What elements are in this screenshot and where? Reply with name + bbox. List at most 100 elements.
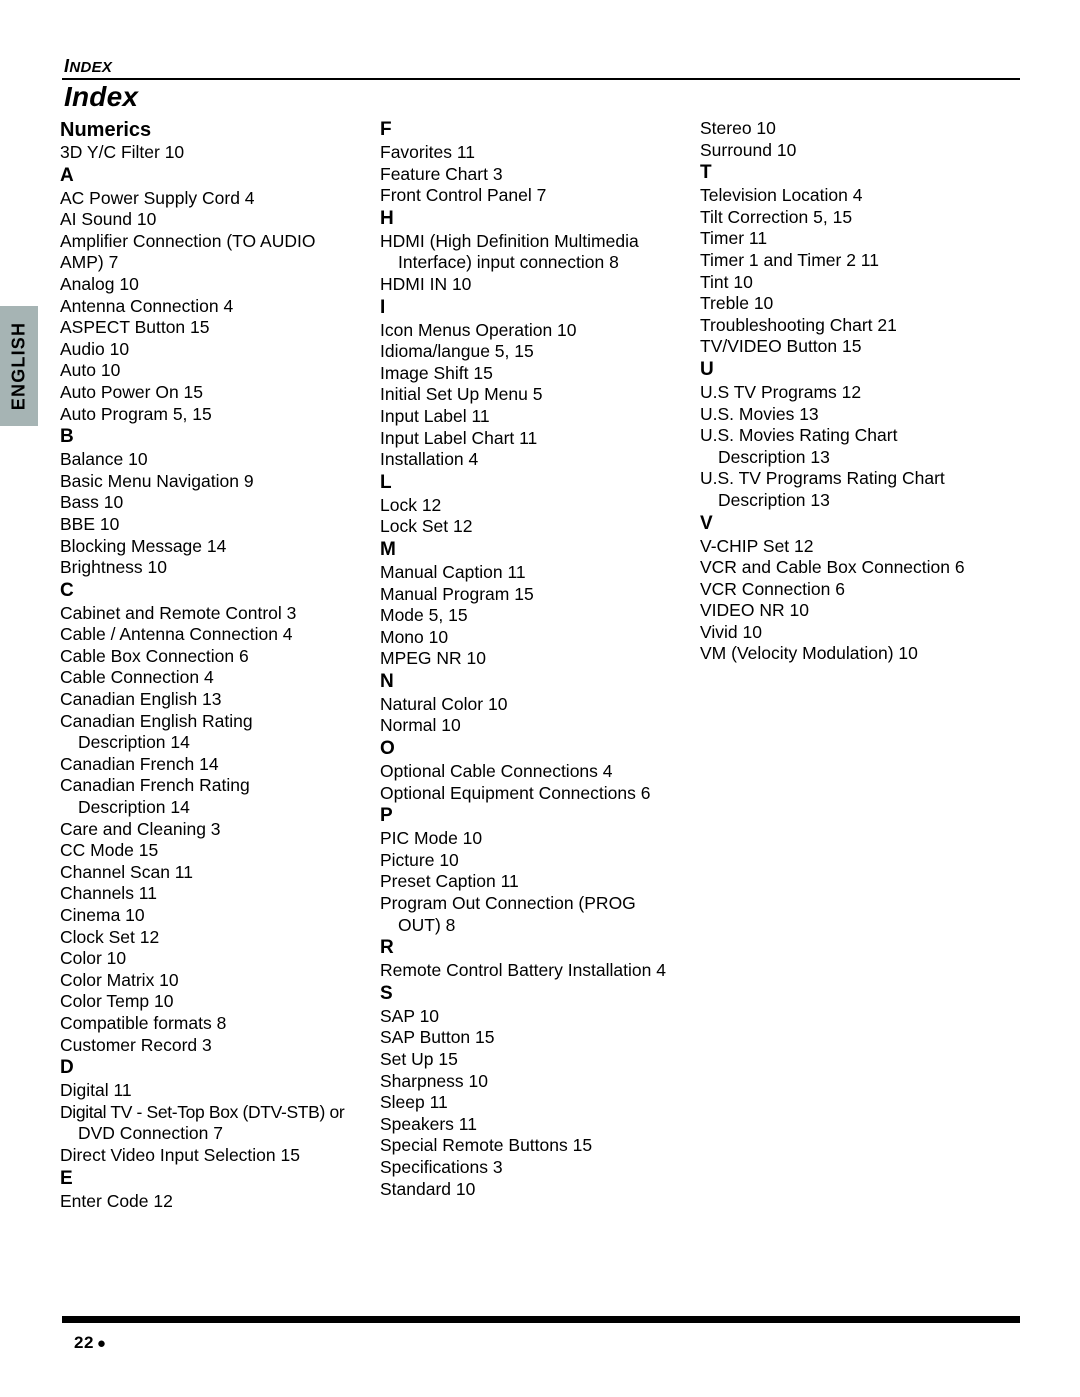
index-entry: Installation 4 bbox=[380, 449, 479, 470]
index-entry: Description 13 bbox=[718, 446, 830, 467]
footer-rule bbox=[62, 1316, 1020, 1323]
index-entry: Direct Video Input Selection 15 bbox=[60, 1144, 300, 1165]
page-title: Index bbox=[64, 81, 139, 112]
index-entry: Auto 10 bbox=[60, 360, 121, 381]
index-entry: Canadian English 13 bbox=[60, 689, 222, 710]
index-entry: Bass 10 bbox=[60, 492, 124, 513]
index-column-2: F Favorites 11 Feature Chart 3 Front Contro… bbox=[380, 118, 700, 1200]
index-letter-heading: V bbox=[700, 512, 713, 534]
index-entry: Optional Cable Connections 4 bbox=[380, 761, 613, 782]
index-entry: VIDEO NR 10 bbox=[700, 600, 809, 621]
index-entry: Digital TV - Set-Top Box (DTV-STB) or bbox=[60, 1101, 345, 1122]
index-entry: Channels 11 bbox=[60, 883, 157, 904]
language-side-tab-label: ENGLISH bbox=[8, 321, 29, 411]
index-entry: Timer 1 and Timer 2 11 bbox=[700, 249, 879, 270]
index-entry: HDMI (High Definition Multimedia bbox=[380, 230, 639, 251]
index-entry: Description 14 bbox=[78, 732, 190, 753]
index-entry: Input Label Chart 11 bbox=[380, 427, 538, 448]
language-side-tab: ENGLISH bbox=[0, 306, 38, 426]
running-head: INDEX bbox=[62, 57, 1020, 80]
index-entry: U.S TV Programs 12 bbox=[700, 381, 862, 402]
index-letter-heading: N bbox=[380, 670, 394, 692]
index-columns: Numerics 3D Y/C Filter 10 A AC Power Supply… bbox=[60, 118, 1020, 1258]
footer-bullet-icon: ● bbox=[96, 1335, 107, 1352]
index-entry: Color Matrix 10 bbox=[60, 969, 179, 990]
index-entry: Tint 10 bbox=[700, 271, 753, 292]
index-entry: Audio 10 bbox=[60, 338, 130, 359]
index-entry: 3D Y/C Filter 10 bbox=[60, 142, 185, 162]
index-entry: Compatible formats 8 bbox=[60, 1012, 227, 1033]
index-entry: Enter Code 12 bbox=[60, 1190, 173, 1211]
index-column-1: Numerics 3D Y/C Filter 10 A AC Power Supply… bbox=[60, 118, 380, 1212]
index-column-3: Stereo 10 Surround 10 T Television Location… bbox=[700, 118, 1020, 665]
index-letter-heading: C bbox=[60, 579, 74, 601]
index-entry: Sharpness 10 bbox=[380, 1070, 488, 1091]
index-entry: OUT) 8 bbox=[398, 914, 456, 935]
index-letter-heading: L bbox=[380, 471, 392, 493]
index-entry: Cable Connection 4 bbox=[60, 667, 214, 688]
index-entry: Customer Record 3 bbox=[60, 1034, 212, 1055]
index-entry: Normal 10 bbox=[380, 715, 461, 736]
index-column-content: F Favorites 11 Feature Chart 3 Front Contro… bbox=[380, 118, 700, 1200]
index-entry: Amplifier Connection (TO AUDIO bbox=[60, 230, 316, 251]
index-entry: Blocking Message 14 bbox=[60, 535, 227, 556]
index-entry: U.S. Movies 13 bbox=[700, 403, 819, 424]
index-entry: Stereo 10 bbox=[700, 118, 776, 138]
index-entry: DVD Connection 7 bbox=[78, 1123, 223, 1144]
index-entry: AI Sound 10 bbox=[60, 209, 157, 230]
running-head-rest: NDEX bbox=[69, 59, 113, 76]
index-letter-heading: O bbox=[380, 738, 395, 760]
index-entry: BBE 10 bbox=[60, 513, 120, 534]
index-entry: Specifications 3 bbox=[380, 1156, 503, 1177]
index-letter-heading: B bbox=[60, 426, 74, 448]
index-entry: AMP) 7 bbox=[60, 252, 119, 273]
index-entry: Mode 5, 15 bbox=[380, 605, 468, 626]
index-entry: Description 13 bbox=[718, 489, 830, 510]
index-entry: Initial Set Up Menu 5 bbox=[380, 384, 543, 405]
index-entry: U.S. Movies Rating Chart bbox=[700, 425, 898, 446]
index-entry: Description 14 bbox=[78, 797, 190, 818]
footer-page-number: 22 ● bbox=[74, 1332, 106, 1355]
index-entry: VM (Velocity Modulation) 10 bbox=[700, 643, 918, 664]
index-entry: Canadian English Rating bbox=[60, 710, 253, 731]
index-entry: Cinema 10 bbox=[60, 905, 145, 925]
index-entry: Remote Control Battery Installation 4 bbox=[380, 960, 666, 981]
index-entry: Optional Equipment Connections 6 bbox=[380, 782, 651, 803]
index-entry: U.S. TV Programs Rating Chart bbox=[700, 468, 945, 489]
index-entry: Balance 10 bbox=[60, 449, 148, 470]
index-entry: Picture 10 bbox=[380, 849, 459, 870]
index-entry: Natural Color 10 bbox=[380, 693, 508, 714]
index-letter-heading: M bbox=[380, 538, 396, 560]
index-entry: Cable / Antenna Connection 4 bbox=[60, 624, 293, 645]
index-entry: SAP 10 bbox=[380, 1005, 440, 1026]
index-letter-heading: F bbox=[380, 119, 392, 140]
index-entry: CC Mode 15 bbox=[60, 840, 159, 861]
index-entry: PIC Mode 10 bbox=[380, 828, 483, 849]
index-entry: Sleep 11 bbox=[380, 1092, 448, 1113]
index-letter-heading: P bbox=[380, 805, 393, 827]
running-head-label: INDEX bbox=[62, 57, 1020, 76]
index-entry: Set Up 15 bbox=[380, 1049, 458, 1069]
index-entry: Lock 12 bbox=[380, 494, 442, 515]
index-entry: Preset Caption 11 bbox=[380, 871, 519, 892]
index-letter-heading: I bbox=[380, 296, 386, 318]
index-entry: Input Label 11 bbox=[380, 405, 490, 426]
index-column-content: Numerics 3D Y/C Filter 10 A AC Power Supply… bbox=[60, 118, 380, 1212]
index-entry: Care and Cleaning 3 bbox=[60, 818, 221, 839]
index-entry: Tilt Correction 5, 15 bbox=[700, 206, 853, 227]
index-entry: Television Location 4 bbox=[700, 185, 863, 206]
index-entry: Program Out Connection (PROG bbox=[380, 893, 636, 914]
index-entry: Basic Menu Navigation 9 bbox=[60, 470, 254, 491]
index-entry: Image Shift 15 bbox=[380, 362, 493, 383]
index-entry: HDMI IN 10 bbox=[380, 273, 472, 294]
index-letter-heading: Numerics bbox=[60, 119, 152, 141]
index-entry: Idioma/langue 5, 15 bbox=[380, 341, 534, 362]
index-entry: Standard 10 bbox=[380, 1178, 476, 1199]
index-entry: Digital 11 bbox=[60, 1080, 132, 1101]
index-entry: Cable Box Connection 6 bbox=[60, 645, 249, 666]
index-entry: SAP Button 15 bbox=[380, 1027, 495, 1048]
index-entry: Clock Set 12 bbox=[60, 926, 160, 947]
index-entry: ASPECT Button 15 bbox=[60, 317, 210, 338]
index-entry: Mono 10 bbox=[380, 626, 449, 647]
index-letter-heading: A bbox=[60, 164, 74, 186]
